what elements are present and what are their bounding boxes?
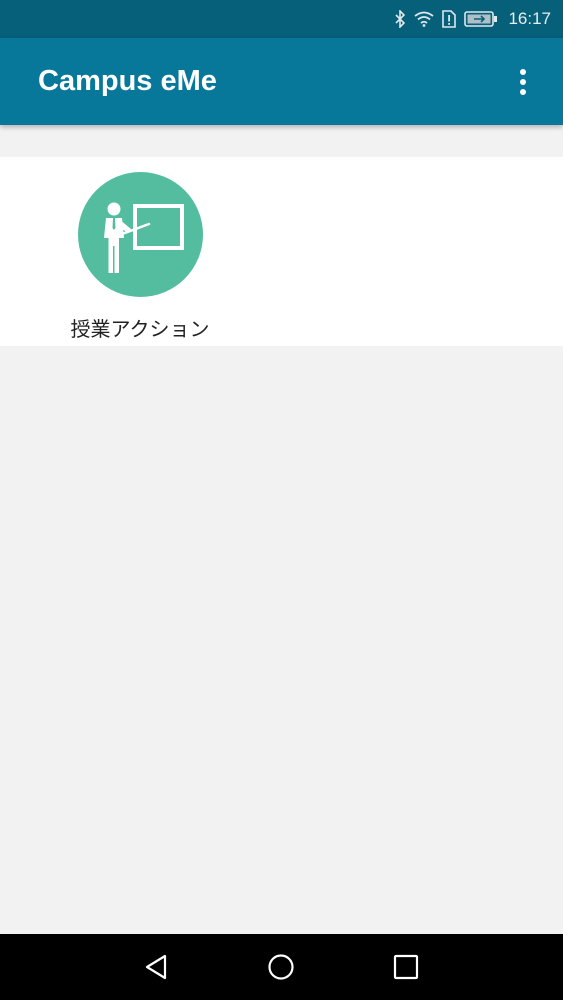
class-action-label: 授業アクション <box>70 317 210 341</box>
system-nav-bar <box>0 934 563 1000</box>
teacher-at-board-icon <box>104 202 184 273</box>
more-vert-icon-dot <box>520 79 526 85</box>
home-button[interactable] <box>251 934 311 1000</box>
status-time: 16:17 <box>508 9 551 28</box>
back-icon <box>145 954 167 980</box>
home-icon <box>268 954 294 980</box>
sim-alert-icon <box>442 10 457 28</box>
recents-icon <box>393 954 419 980</box>
more-options-button[interactable] <box>505 64 541 100</box>
wifi-icon <box>414 11 435 27</box>
class-action-item[interactable]: 授業アクション <box>58 171 222 341</box>
more-vert-icon <box>520 69 526 75</box>
bluetooth-icon <box>394 10 406 28</box>
battery-charging-icon <box>464 11 498 27</box>
action-grid: 授業アクション <box>0 157 563 346</box>
status-icons: 16:17 <box>394 0 551 38</box>
app-bar: Campus eMe <box>0 38 563 125</box>
more-vert-icon-dot <box>520 89 526 95</box>
recents-button[interactable] <box>376 934 436 1000</box>
app-title: Campus eMe <box>38 65 217 97</box>
back-button[interactable] <box>126 934 186 1000</box>
status-bar: 16:17 <box>0 0 563 38</box>
class-action-icon-circle <box>78 172 203 297</box>
